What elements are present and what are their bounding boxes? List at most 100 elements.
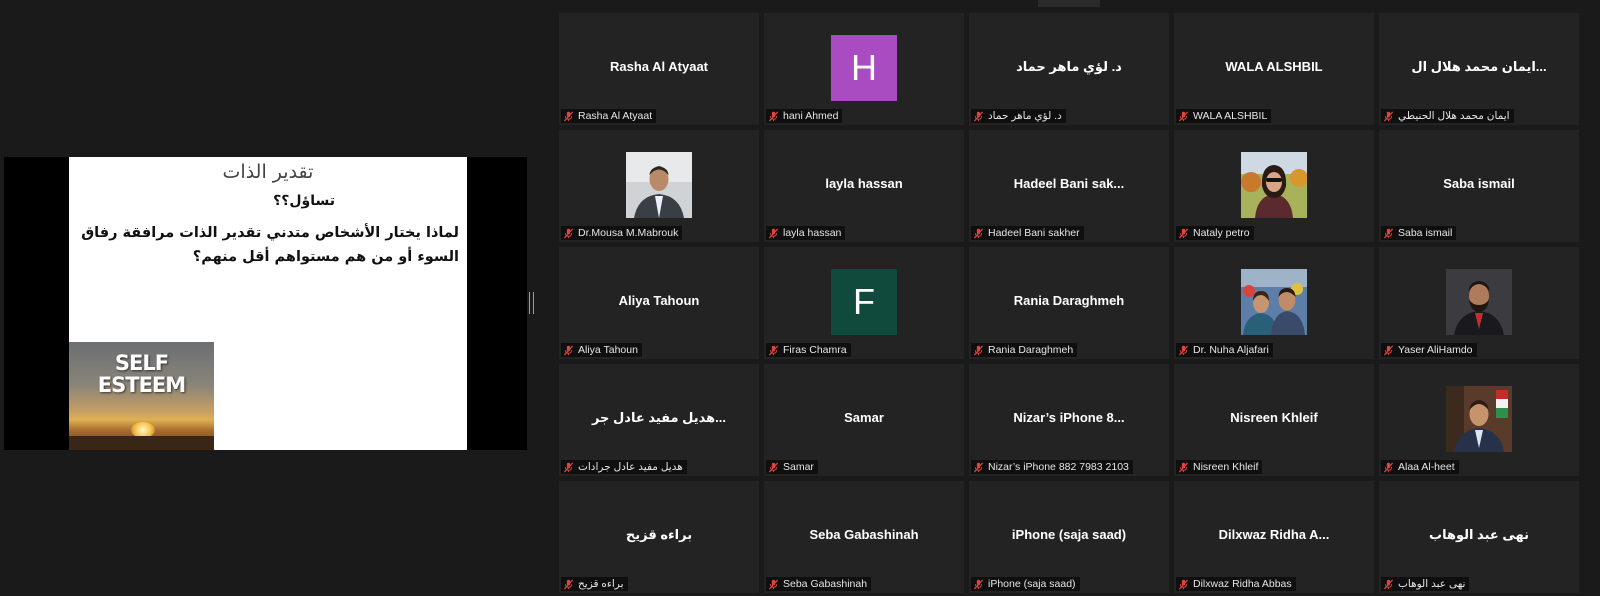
- participant-name: Yaser AliHamdo: [1398, 344, 1473, 356]
- avatar-initial: H: [831, 35, 897, 101]
- participant-name: Aliya Tahoun: [578, 344, 638, 356]
- participant-tile[interactable]: Hadeel Bani sak... Hadeel Bani sakher: [969, 130, 1169, 242]
- presentation-slide: تقدير الذات تساؤل؟؟ لماذا يختار الأشخاص …: [69, 157, 467, 450]
- participant-display-name: براءه قزيح: [625, 527, 693, 542]
- participant-tile[interactable]: Nisreen Khleif Nisreen Khleif: [1174, 364, 1374, 476]
- participant-tile[interactable]: iPhone (saja saad) iPhone (saja saad): [969, 481, 1169, 593]
- participant-name: Nisreen Khleif: [1193, 461, 1259, 473]
- participant-name: Dilxwaz Ridha Abbas: [1193, 578, 1292, 590]
- participant-name: د. لؤي ماهر حماد: [988, 110, 1062, 122]
- participant-photo: [1241, 152, 1307, 218]
- participant-name: Samar: [783, 461, 814, 473]
- participant-tile[interactable]: Nataly petro: [1174, 130, 1374, 242]
- participant-display-name: Aliya Tahoun: [618, 293, 700, 308]
- participant-tile[interactable]: Alaa Al-heet: [1379, 364, 1579, 476]
- participant-tile[interactable]: براءه قزيح براءه قزيح: [559, 481, 759, 593]
- muted-mic-icon: [973, 345, 984, 355]
- participant-name-bar: Seba Gabashinah: [766, 577, 872, 591]
- participant-photo: [1241, 269, 1307, 335]
- participant-name: iPhone (saja saad): [988, 578, 1076, 590]
- participant-tile[interactable]: Dilxwaz Ridha A... Dilxwaz Ridha Abbas: [1174, 481, 1374, 593]
- participant-name-bar: Dr. Nuha Aljafari: [1176, 343, 1273, 357]
- participant-tile[interactable]: نهى عبد الوهاب نهى عبد الوهاب: [1379, 481, 1579, 593]
- caption-line-2: ESTEEM: [97, 373, 186, 397]
- participant-tile[interactable]: Samar Samar: [764, 364, 964, 476]
- muted-mic-icon: [1178, 111, 1189, 121]
- participant-name: WALA ALSHBIL: [1193, 110, 1268, 122]
- slide-question: تساؤل؟؟: [273, 193, 335, 209]
- participant-name-bar: Aliya Tahoun: [561, 343, 642, 357]
- participant-display-name: Saba ismail: [1443, 176, 1515, 191]
- slide-body-text: لماذا يختار الأشخاص متدني تقدير الذات مر…: [81, 225, 459, 265]
- participant-tile[interactable]: Nizar’s iPhone 8... Nizar’s iPhone 882 79…: [969, 364, 1169, 476]
- participant-name-bar: Nizar’s iPhone 882 7983 2103: [971, 460, 1133, 474]
- muted-mic-icon: [973, 111, 984, 121]
- muted-mic-icon: [1383, 462, 1394, 472]
- participant-photo: [1446, 386, 1512, 452]
- participant-tile[interactable]: د. لؤي ماهر حماد د. لؤي ماهر حماد: [969, 13, 1169, 125]
- participant-name: layla hassan: [783, 227, 842, 239]
- participant-name: Rasha Al Atyaat: [578, 110, 653, 122]
- participant-name-bar: Firas Chamra: [766, 343, 851, 357]
- participant-tile[interactable]: Dr. Nuha Aljafari: [1174, 247, 1374, 359]
- participant-tile[interactable]: ...هديل مفيد عادل جر هديل مفيد عادل جرادا…: [559, 364, 759, 476]
- muted-mic-icon: [1178, 462, 1189, 472]
- participant-tile[interactable]: Yaser AliHamdo: [1379, 247, 1579, 359]
- muted-mic-icon: [563, 579, 574, 589]
- participant-name-bar: hani Ahmed: [766, 109, 843, 123]
- participant-tile[interactable]: Hhani Ahmed: [764, 13, 964, 125]
- participant-name-bar: Nataly petro: [1176, 226, 1254, 240]
- participant-tile[interactable]: ...ايمان محمد هلال ال ايمان محمد هلال الح…: [1379, 13, 1579, 125]
- participant-name-bar: Dr.Mousa M.Mabrouk: [561, 226, 683, 240]
- participant-tile[interactable]: Aliya Tahoun Aliya Tahoun: [559, 247, 759, 359]
- top-view-tab[interactable]: [1038, 0, 1100, 7]
- participant-name-bar: Rasha Al Atyaat: [561, 109, 657, 123]
- participant-display-name: layla hassan: [825, 176, 903, 191]
- muted-mic-icon: [768, 462, 779, 472]
- participant-tile[interactable]: Dr.Mousa M.Mabrouk: [559, 130, 759, 242]
- participant-display-name: Rania Daraghmeh: [1013, 293, 1125, 308]
- muted-mic-icon: [768, 111, 779, 121]
- participant-name: Nizar’s iPhone 882 7983 2103: [988, 461, 1129, 473]
- muted-mic-icon: [563, 462, 574, 472]
- participant-name-bar: هديل مفيد عادل جرادات: [561, 460, 687, 474]
- participant-name: hani Ahmed: [783, 110, 839, 122]
- muted-mic-icon: [563, 228, 574, 238]
- participant-tile[interactable]: WALA ALSHBIL WALA ALSHBIL: [1174, 13, 1374, 125]
- participant-display-name: Samar: [844, 410, 884, 425]
- participant-name: Rania Daraghmeh: [988, 344, 1074, 356]
- participant-name-bar: براءه قزيح: [561, 577, 628, 591]
- participant-display-name: د. لؤي ماهر حماد: [1016, 59, 1122, 74]
- participant-name-bar: Nisreen Khleif: [1176, 460, 1263, 474]
- avatar-initial: F: [831, 269, 897, 335]
- participant-tile[interactable]: Seba Gabashinah Seba Gabashinah: [764, 481, 964, 593]
- participant-name-bar: Rania Daraghmeh: [971, 343, 1078, 357]
- muted-mic-icon: [1383, 345, 1394, 355]
- participant-name-bar: Hadeel Bani sakher: [971, 226, 1084, 240]
- muted-mic-icon: [1383, 111, 1394, 121]
- shared-screen[interactable]: تقدير الذات تساؤل؟؟ لماذا يختار الأشخاص …: [4, 157, 527, 450]
- muted-mic-icon: [1383, 579, 1394, 589]
- split-resize-handle[interactable]: [529, 292, 534, 314]
- participant-name-bar: ايمان محمد هلال الحنيطي: [1381, 109, 1514, 123]
- participant-name: Alaa Al-heet: [1398, 461, 1455, 473]
- participant-display-name: ...هديل مفيد عادل جر: [591, 410, 727, 425]
- muted-mic-icon: [1178, 579, 1189, 589]
- muted-mic-icon: [768, 345, 779, 355]
- participant-tile[interactable]: Rania Daraghmeh Rania Daraghmeh: [969, 247, 1169, 359]
- participant-tile[interactable]: F Firas Chamra: [764, 247, 964, 359]
- participant-display-name: Dilxwaz Ridha A...: [1218, 527, 1330, 542]
- participant-tile[interactable]: Rasha Al Atyaat Rasha Al Atyaat: [559, 13, 759, 125]
- participant-name: براءه قزيح: [578, 578, 624, 590]
- participant-photo: [1446, 269, 1512, 335]
- participant-tile[interactable]: Saba ismail Saba ismail: [1379, 130, 1579, 242]
- participant-display-name: iPhone (saja saad): [1011, 527, 1127, 542]
- muted-mic-icon: [563, 111, 574, 121]
- muted-mic-icon: [768, 579, 779, 589]
- slide-title: تقدير الذات: [222, 161, 314, 183]
- participant-name: Hadeel Bani sakher: [988, 227, 1080, 239]
- participant-tile[interactable]: layla hassan layla hassan: [764, 130, 964, 242]
- participant-display-name: WALA ALSHBIL: [1225, 59, 1323, 74]
- muted-mic-icon: [1178, 228, 1189, 238]
- participant-display-name: Nizar’s iPhone 8...: [1013, 410, 1125, 425]
